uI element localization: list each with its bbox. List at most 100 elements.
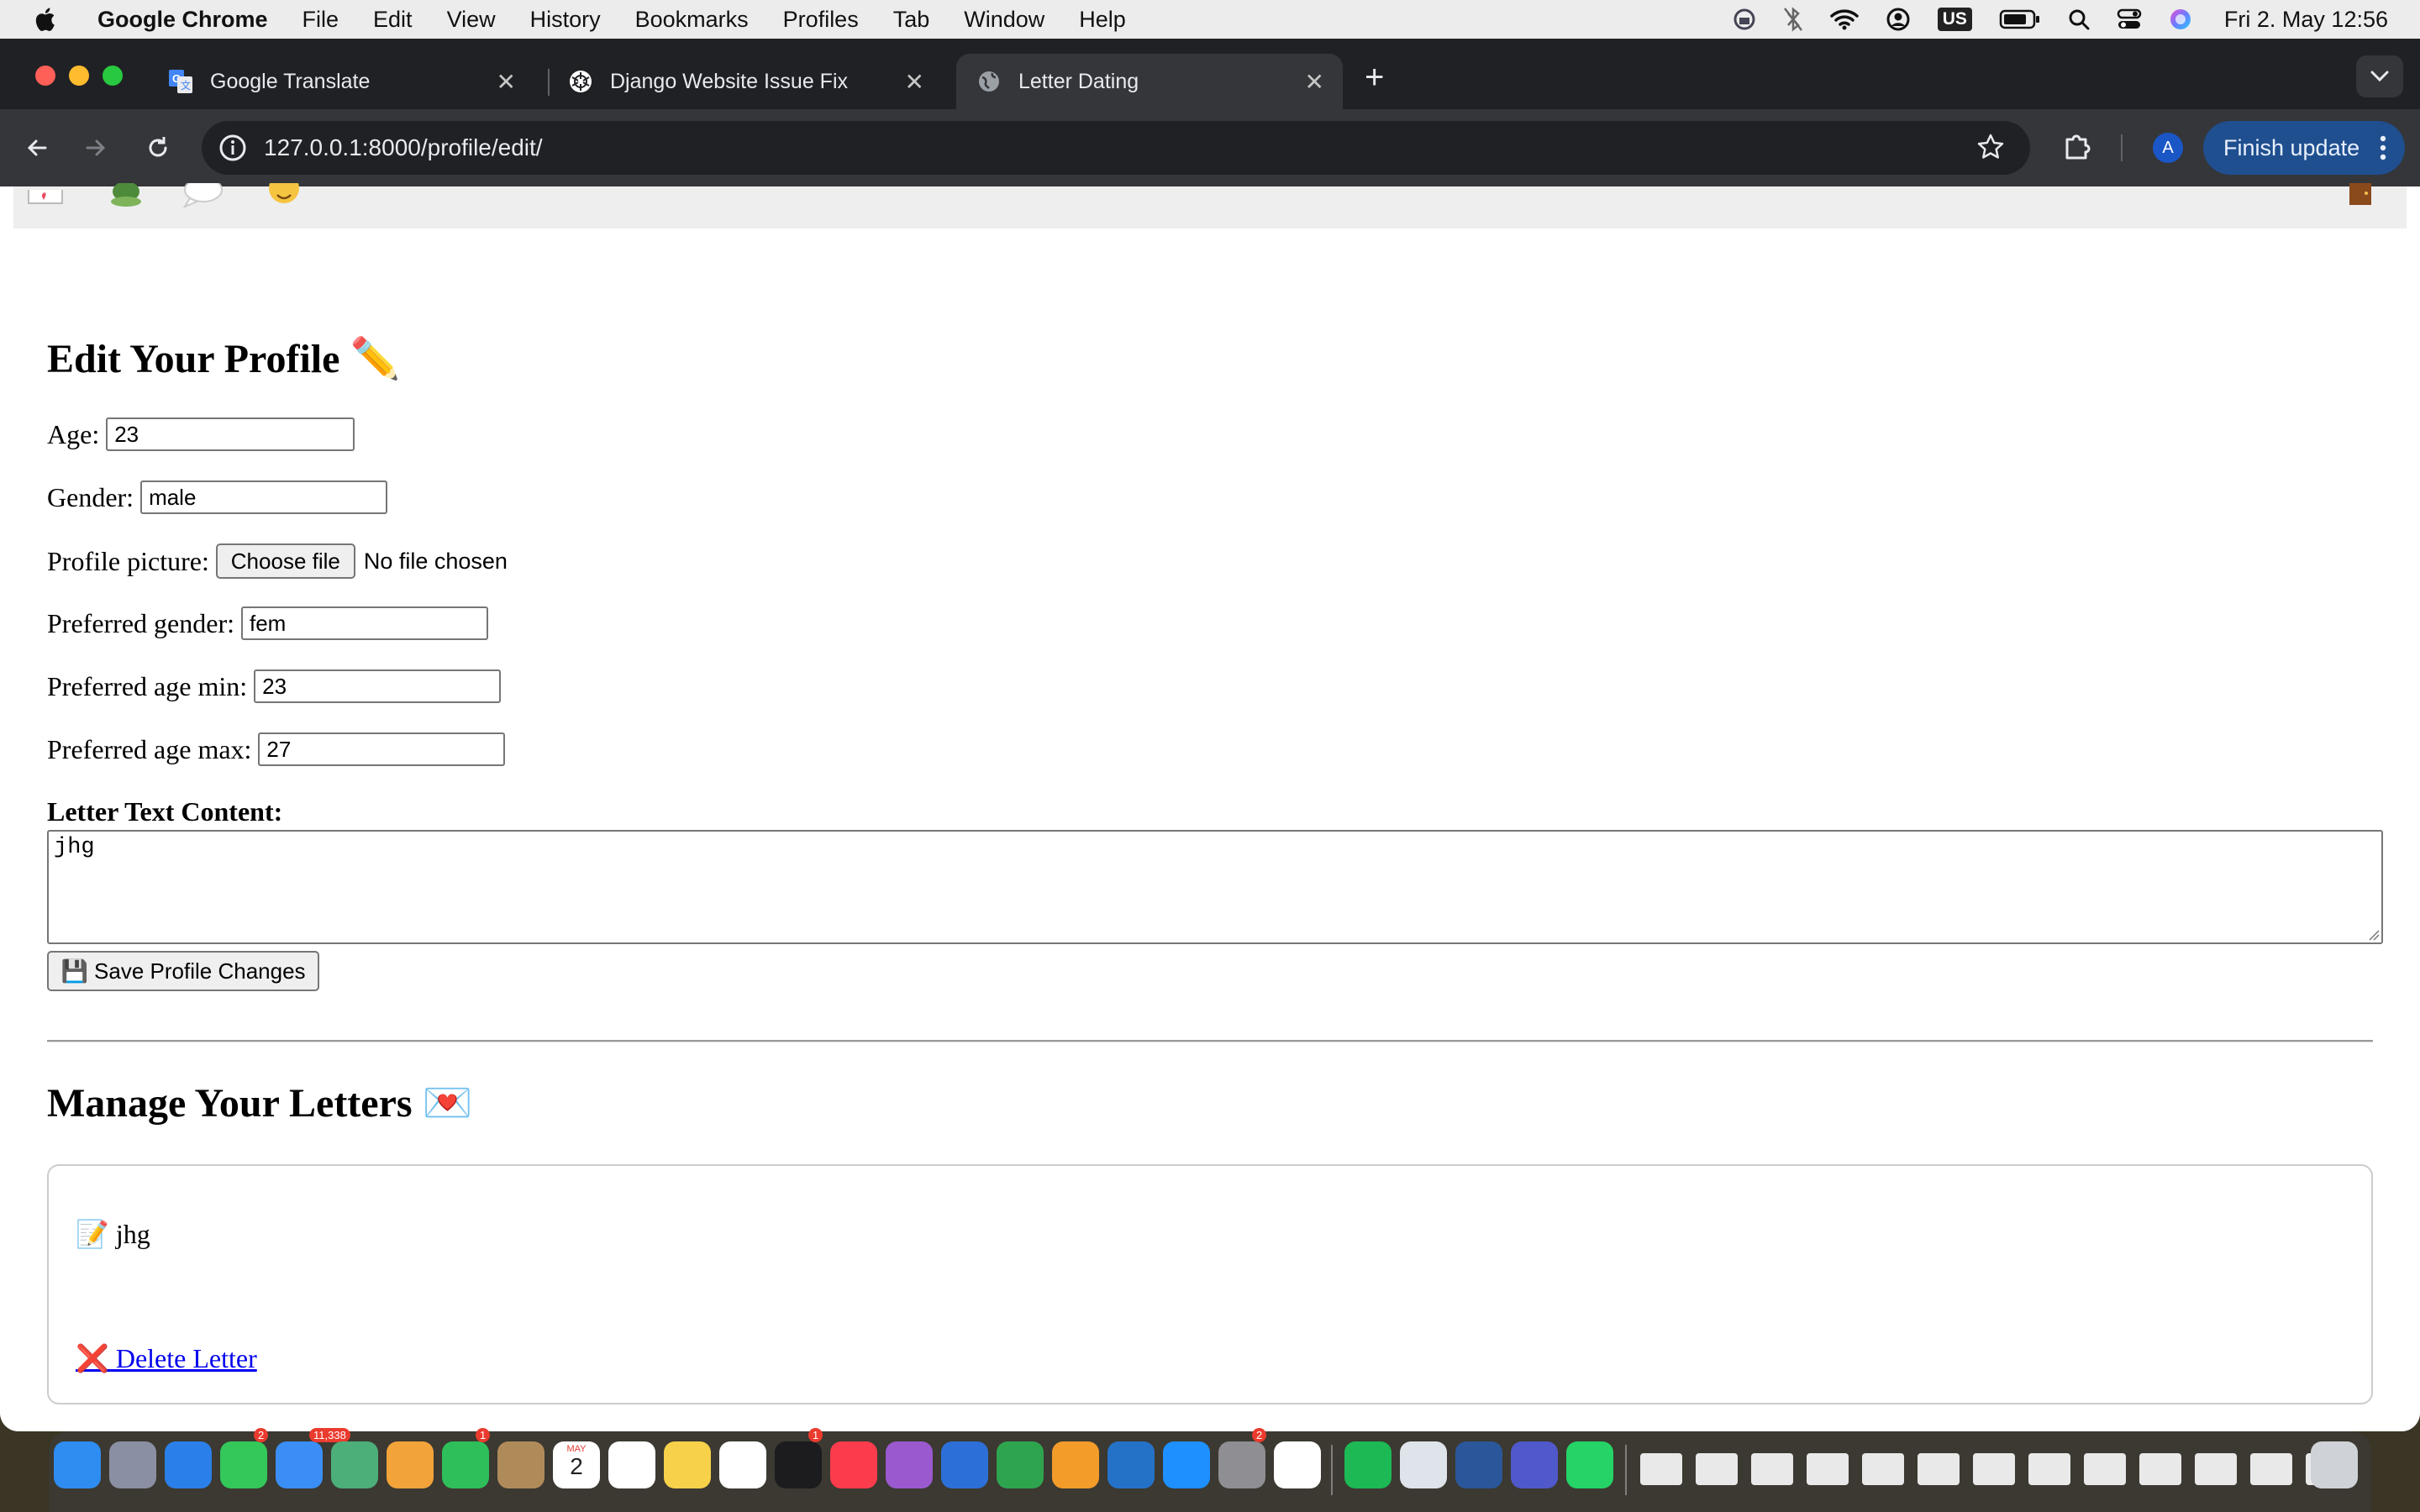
delete-letter-link[interactable]: ❌ Delete Letter — [76, 1342, 257, 1374]
speech-bubble-icon[interactable] — [182, 177, 225, 213]
maximize-window-button[interactable] — [103, 66, 123, 86]
extensions-puzzle-icon[interactable] — [2060, 129, 2094, 167]
age-input[interactable]: 23 — [106, 417, 355, 451]
dock-chrome-icon[interactable] — [1274, 1441, 1321, 1488]
menu-edit[interactable]: Edit — [373, 7, 413, 33]
dock-numbers-icon[interactable] — [997, 1441, 1044, 1488]
dock-podcasts-icon[interactable] — [886, 1441, 933, 1488]
profile-avatar[interactable]: A — [2153, 133, 2183, 163]
forward-icon[interactable] — [76, 128, 116, 168]
dock-teams-icon[interactable] — [1511, 1441, 1558, 1488]
new-tab-icon[interactable]: + — [1365, 59, 1384, 97]
dock-keynote-icon[interactable] — [941, 1441, 988, 1488]
close-window-button[interactable] — [35, 66, 55, 86]
user-account-icon[interactable] — [1886, 7, 1911, 32]
menu-bar-clock[interactable]: Fri 2. May 12:56 — [2224, 7, 2388, 33]
tab-google-translate[interactable]: G文 Google Translate ✕ — [148, 54, 534, 109]
control-center-icon[interactable] — [2117, 8, 2142, 31]
vpn-status-icon[interactable] — [1733, 8, 1756, 31]
preferred-gender-input[interactable]: fem — [240, 606, 488, 640]
dock-word-icon[interactable] — [1455, 1441, 1502, 1488]
dock-calendar-icon[interactable]: MAY 2 — [553, 1441, 600, 1488]
url-text[interactable]: 127.0.0.1:8000/profile/edit/ — [264, 134, 543, 161]
door-icon[interactable] — [2346, 180, 2375, 213]
wifi-icon[interactable] — [1829, 8, 1859, 30]
apple-menu-icon[interactable] — [32, 4, 60, 34]
dock-spotify-icon[interactable] — [1344, 1441, 1392, 1488]
letter-text-area[interactable]: jhg — [47, 830, 2383, 944]
spotlight-search-icon[interactable] — [2068, 8, 2090, 30]
dock-messages-icon[interactable] — [220, 1441, 267, 1488]
menu-history[interactable]: History — [530, 7, 601, 33]
dock-safari-icon[interactable] — [165, 1441, 212, 1488]
dock-contacts-icon[interactable] — [497, 1441, 544, 1488]
input-source-badge[interactable]: US — [1937, 8, 1972, 31]
app-name-menu[interactable]: Google Chrome — [97, 7, 268, 33]
dock-minimized-window-icon[interactable] — [1696, 1453, 1738, 1485]
battery-icon[interactable] — [1999, 9, 2041, 29]
dock-minimized-window-icon[interactable] — [1640, 1453, 1682, 1485]
menu-tab[interactable]: Tab — [893, 7, 930, 33]
close-tab-icon[interactable]: ✕ — [905, 68, 924, 96]
turtle-icon[interactable] — [108, 181, 145, 213]
menu-profiles[interactable]: Profiles — [783, 7, 859, 33]
tab-django-website-issue-fix[interactable]: Django Website Issue Fix ✕ — [548, 54, 943, 109]
menu-view[interactable]: View — [447, 7, 496, 33]
menu-file[interactable]: File — [302, 7, 339, 33]
dock-trash-icon[interactable] — [2311, 1441, 2358, 1488]
letter-icon[interactable] — [27, 181, 64, 212]
dock-reminders-icon[interactable] — [608, 1441, 655, 1488]
dock-mail-icon[interactable] — [276, 1441, 323, 1488]
finish-update-button[interactable]: Finish update — [2203, 121, 2405, 175]
menu-window[interactable]: Window — [964, 7, 1044, 33]
dock-music-icon[interactable] — [830, 1441, 877, 1488]
face-icon[interactable] — [267, 173, 301, 213]
dock-maps-icon[interactable] — [331, 1441, 378, 1488]
dock-freeform-icon[interactable] — [719, 1441, 766, 1488]
dock-whatsapp-icon[interactable] — [1566, 1441, 1613, 1488]
choose-file-button[interactable]: Choose file — [215, 543, 355, 579]
dock-vs-code-icon[interactable] — [1107, 1441, 1155, 1488]
dock-minimized-window-icon[interactable] — [1973, 1453, 2015, 1485]
reload-icon[interactable] — [138, 128, 178, 168]
preferred-age-min-input[interactable]: 23 — [254, 669, 502, 703]
resize-grip-icon[interactable] — [2368, 929, 2380, 941]
close-tab-icon[interactable]: ✕ — [497, 68, 516, 96]
dock-facetime-icon[interactable] — [442, 1441, 489, 1488]
address-bar[interactable]: 127.0.0.1:8000/profile/edit/ — [202, 121, 2030, 175]
dock-minimized-window-icon[interactable] — [1807, 1453, 1849, 1485]
tab-search-icon[interactable] — [2356, 55, 2403, 97]
dock-minimized-window-icon[interactable] — [2195, 1453, 2237, 1485]
siri-icon[interactable] — [2169, 8, 2192, 31]
more-options-icon[interactable] — [2380, 134, 2386, 167]
save-profile-button[interactable]: 💾 Save Profile Changes — [47, 951, 319, 991]
close-tab-icon[interactable]: ✕ — [1305, 68, 1324, 96]
dock-minimized-window-icon[interactable] — [2139, 1453, 2181, 1485]
bookmark-star-icon[interactable] — [1976, 133, 2005, 165]
dock-notes-icon[interactable] — [664, 1441, 711, 1488]
back-icon[interactable] — [17, 128, 57, 168]
minimize-window-button[interactable] — [69, 66, 89, 86]
dock-minimized-window-icon[interactable] — [2250, 1453, 2292, 1485]
bluetooth-off-icon[interactable] — [1783, 7, 1803, 32]
dock-minimized-window-icon[interactable] — [2084, 1453, 2126, 1485]
dock-minimized-window-icon[interactable] — [1862, 1453, 1904, 1485]
dock-finder-icon[interactable] — [54, 1441, 101, 1488]
dock-preview-icon[interactable] — [1400, 1441, 1447, 1488]
dock-photos-icon[interactable] — [387, 1441, 434, 1488]
dock-launchpad-icon[interactable] — [109, 1441, 156, 1488]
gender-input[interactable]: male — [140, 480, 388, 514]
dock-tv-icon[interactable] — [775, 1441, 822, 1488]
menu-help[interactable]: Help — [1079, 7, 1126, 33]
tab-letter-dating[interactable]: Letter Dating ✕ — [956, 54, 1343, 109]
dock-minimized-window-icon[interactable] — [2028, 1453, 2070, 1485]
site-info-icon[interactable] — [218, 134, 247, 162]
dock-minimized-window-icon[interactable] — [1918, 1453, 1960, 1485]
preferred-age-max-input[interactable]: 27 — [258, 732, 506, 766]
dock-pages-icon[interactable] — [1052, 1441, 1099, 1488]
dock-minimized-window-icon[interactable] — [1751, 1453, 1793, 1485]
dock-app-store-icon[interactable] — [1163, 1441, 1210, 1488]
finish-update-label: Finish update — [2223, 134, 2360, 160]
dock-system-settings-icon[interactable] — [1218, 1441, 1265, 1488]
menu-bookmarks[interactable]: Bookmarks — [635, 7, 749, 33]
